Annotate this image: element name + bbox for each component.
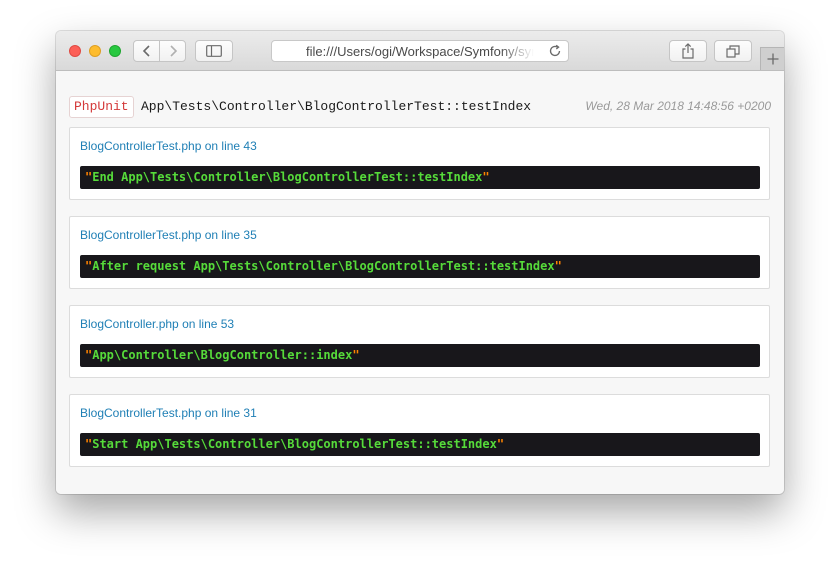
dump-value: "After request App\Tests\Controller\Blog… bbox=[80, 255, 760, 278]
back-button[interactable] bbox=[134, 41, 159, 61]
dump-value: "Start App\Tests\Controller\BlogControll… bbox=[80, 433, 760, 456]
dump-card: BlogControllerTest.php on line 31 "Start… bbox=[69, 394, 770, 467]
dump-card: BlogControllerTest.php on line 43 "End A… bbox=[69, 127, 770, 200]
share-button[interactable] bbox=[669, 40, 707, 62]
context-badge: PhpUnit bbox=[69, 96, 134, 118]
dump-string: Start App\Tests\Controller\BlogControlle… bbox=[92, 437, 497, 451]
reload-icon[interactable] bbox=[548, 44, 562, 58]
chevron-right-icon bbox=[169, 45, 177, 57]
source-location-link[interactable]: BlogControllerTest.php on line 35 bbox=[80, 228, 257, 242]
source-location-link[interactable]: BlogController.php on line 53 bbox=[80, 317, 234, 331]
dump-header: PhpUnit App\Tests\Controller\BlogControl… bbox=[69, 96, 771, 118]
browser-window: file:///Users/ogi/Workspace/Symfony/symf… bbox=[56, 31, 784, 494]
dump-card: BlogController.php on line 53 "App\Contr… bbox=[69, 305, 770, 378]
dump-string: After request App\Tests\Controller\BlogC… bbox=[92, 259, 555, 273]
close-window-icon[interactable] bbox=[69, 45, 81, 57]
source-location-link[interactable]: BlogControllerTest.php on line 43 bbox=[80, 139, 257, 153]
tabs-overview-icon bbox=[726, 44, 740, 58]
new-tab-button[interactable] bbox=[760, 47, 784, 70]
sidebar-button[interactable] bbox=[195, 40, 233, 62]
chevron-left-icon bbox=[142, 45, 150, 57]
sidebar-icon bbox=[206, 45, 222, 57]
title-bar: file:///Users/ogi/Workspace/Symfony/symf… bbox=[56, 31, 784, 71]
dump-value: "App\Controller\BlogController::index" bbox=[80, 344, 760, 367]
address-bar[interactable]: file:///Users/ogi/Workspace/Symfony/symf… bbox=[271, 40, 569, 62]
dump-timestamp: Wed, 28 Mar 2018 14:48:56 +0200 bbox=[585, 99, 771, 113]
test-name: App\Tests\Controller\BlogControllerTest:… bbox=[141, 99, 532, 114]
source-location-link[interactable]: BlogControllerTest.php on line 31 bbox=[80, 406, 257, 420]
dump-string: App\Controller\BlogController::index bbox=[92, 348, 353, 362]
url-text[interactable]: file:///Users/ogi/Workspace/Symfony/symf… bbox=[306, 44, 534, 59]
navigation-buttons bbox=[133, 40, 186, 62]
page-content: PhpUnit App\Tests\Controller\BlogControl… bbox=[56, 71, 784, 494]
dump-string: End App\Tests\Controller\BlogControllerT… bbox=[92, 170, 483, 184]
plus-icon bbox=[767, 53, 778, 65]
maximize-window-icon[interactable] bbox=[109, 45, 121, 57]
minimize-window-icon[interactable] bbox=[89, 45, 101, 57]
dump-card: BlogControllerTest.php on line 35 "After… bbox=[69, 216, 770, 289]
forward-button[interactable] bbox=[159, 41, 185, 61]
tabs-overview-button[interactable] bbox=[714, 40, 752, 62]
dump-value: "End App\Tests\Controller\BlogController… bbox=[80, 166, 760, 189]
share-icon bbox=[682, 43, 694, 59]
